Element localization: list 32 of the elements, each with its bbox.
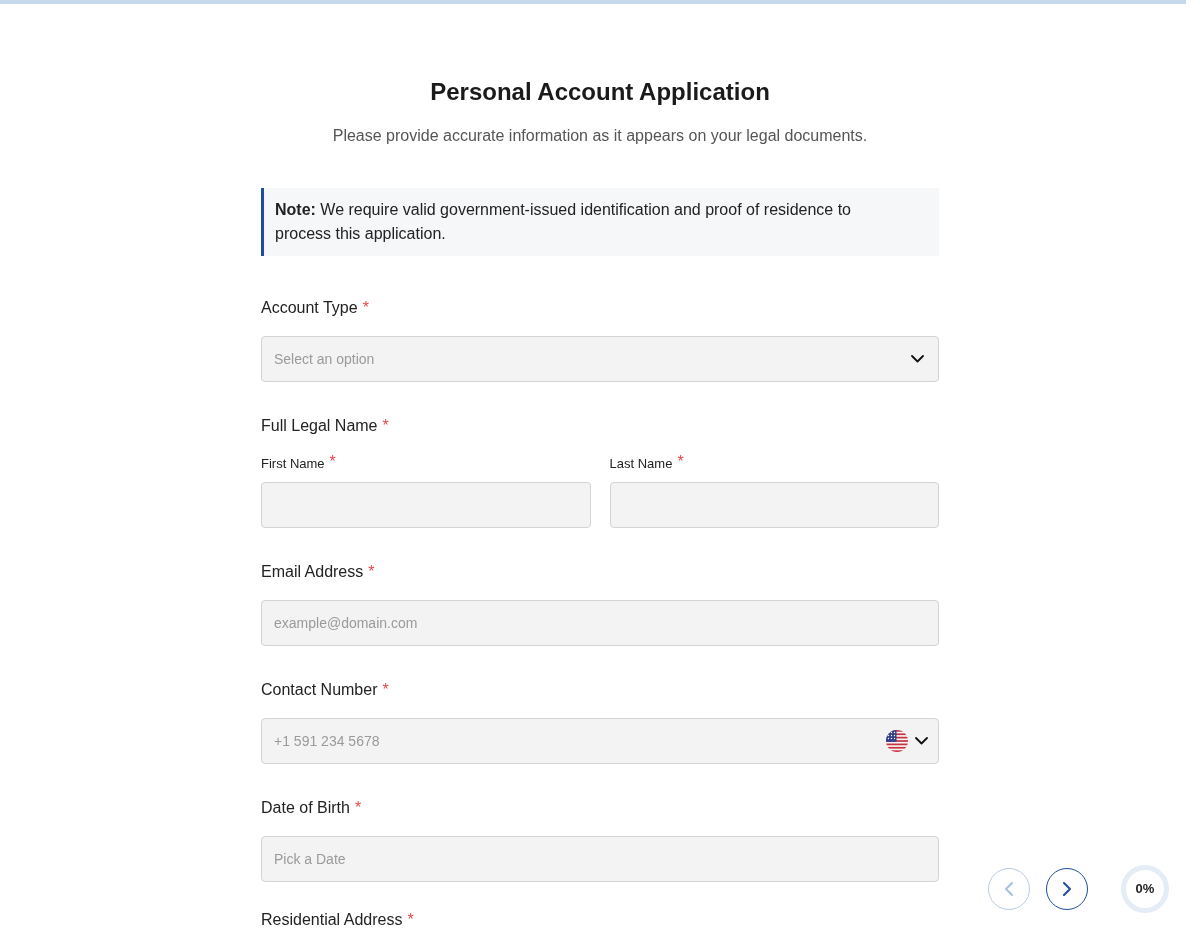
note-text: Note: We require valid government-issued identification and proof of residence to process this application. xyxy=(275,200,852,244)
input-field[interactable] xyxy=(609,482,939,528)
next-button[interactable] xyxy=(1046,868,1088,910)
page-subtitle: Please provide accurate information as it appears on your legal documents. xyxy=(331,126,869,146)
sub-field-label: Last Name xyxy=(609,455,673,473)
sub-field-label: First Name xyxy=(261,455,325,473)
chevron-down-icon xyxy=(911,355,924,363)
field-label: Full Legal Name xyxy=(261,416,378,436)
select-field[interactable]: Select an option xyxy=(261,336,939,382)
field-label: Contact Number xyxy=(261,680,378,700)
required-mark: * xyxy=(407,910,414,930)
chevron-left-icon xyxy=(1005,882,1013,896)
required-mark: * xyxy=(368,562,375,582)
input-field[interactable] xyxy=(261,482,591,528)
phone-field[interactable]: +1 591 234 5678 xyxy=(261,718,939,764)
input-field[interactable]: example@domain.com xyxy=(261,600,939,646)
field-label: Account Type xyxy=(261,298,358,318)
required-mark: * xyxy=(382,416,389,436)
progress-percentage: 0% xyxy=(1135,880,1155,899)
field-label: Date of Birth xyxy=(261,798,350,818)
date-field[interactable]: Pick a Date xyxy=(261,836,939,882)
chevron-down-icon xyxy=(915,737,928,745)
page-title: Personal Account Application xyxy=(429,77,771,107)
progress-ring xyxy=(1121,865,1169,913)
required-mark: * xyxy=(362,298,369,318)
required-mark: * xyxy=(677,455,684,469)
required-mark: * xyxy=(329,455,336,469)
chevron-right-icon xyxy=(1063,882,1071,896)
required-mark: * xyxy=(382,680,389,700)
field-label: Email Address xyxy=(261,562,364,582)
field-label: Residential Address xyxy=(261,910,403,930)
required-mark: * xyxy=(354,798,362,818)
